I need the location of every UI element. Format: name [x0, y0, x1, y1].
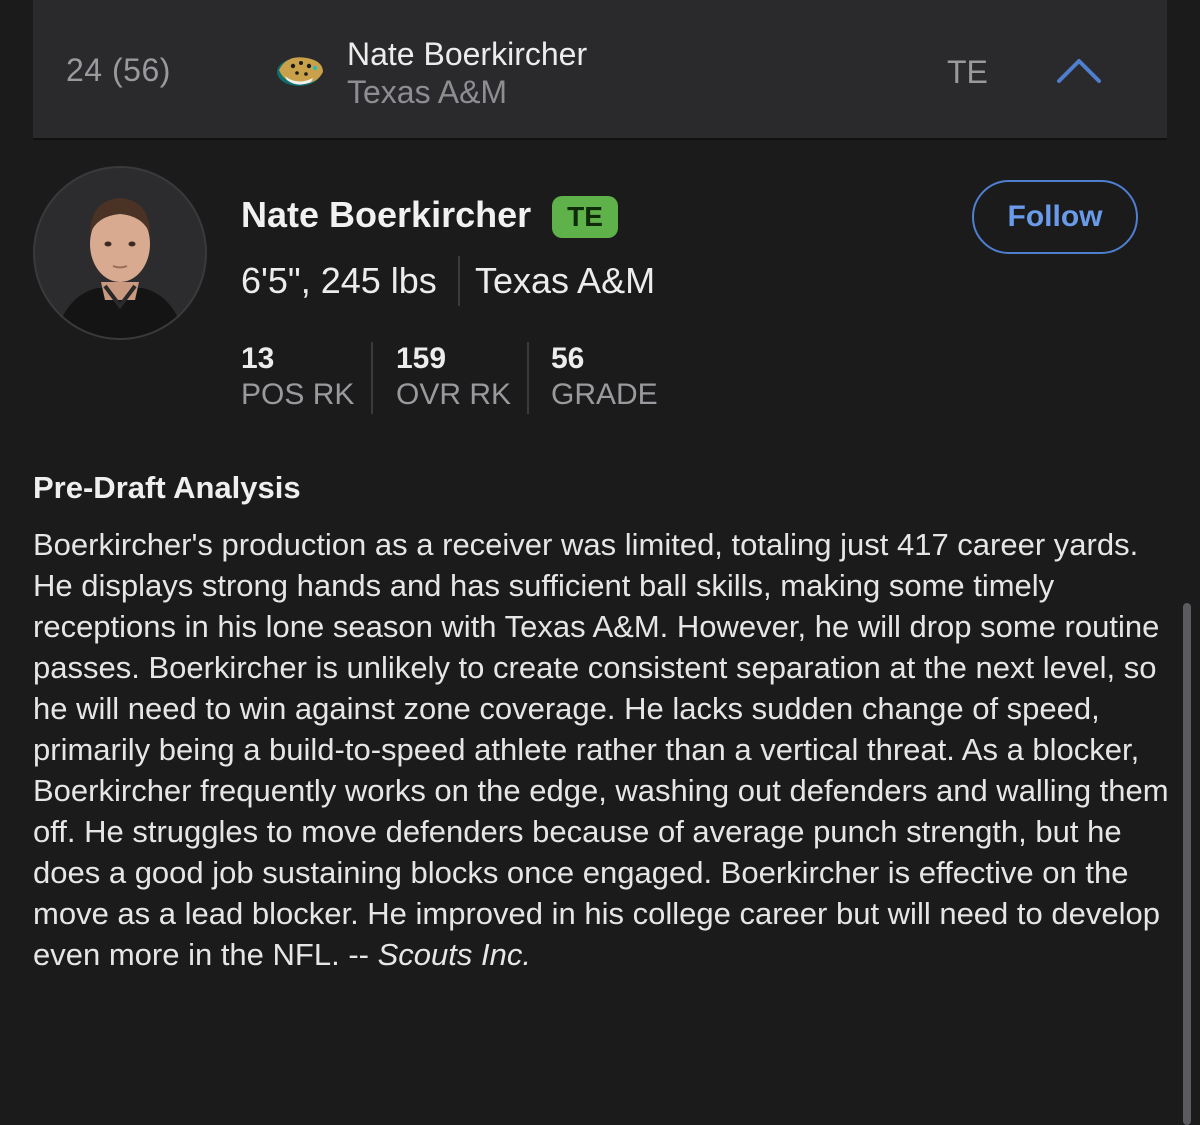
avatar	[33, 166, 207, 340]
analysis-body: Boerkircher's production as a receiver w…	[33, 524, 1173, 975]
player-name: Nate Boerkircher	[241, 194, 532, 235]
stat-grade: 56 GRADE	[551, 342, 658, 412]
player-school: Texas A&M	[475, 260, 656, 301]
position-badge: TE	[552, 196, 618, 238]
analysis-title: Pre-Draft Analysis	[33, 470, 301, 505]
follow-button[interactable]: Follow	[972, 180, 1138, 254]
player-measurables: 6'5", 245 lbs	[241, 260, 437, 301]
jaguars-logo-icon	[277, 57, 323, 86]
stat-ovr-rank: 159 OVR RK	[396, 342, 511, 412]
stat-value: 159	[396, 342, 447, 375]
stat-label: POS RK	[241, 378, 355, 411]
stat-label: OVR RK	[396, 378, 512, 411]
divider	[527, 342, 529, 414]
analysis-text: Boerkircher's production as a receiver w…	[33, 527, 1169, 972]
divider	[371, 342, 373, 414]
stat-pos-rank: 13 POS RK	[241, 342, 354, 412]
stat-value: 56	[551, 342, 585, 375]
pick-school: Texas A&M	[347, 74, 508, 110]
chevron-up-icon[interactable]	[1053, 52, 1105, 88]
divider	[458, 256, 460, 306]
stat-value: 13	[241, 342, 275, 375]
analysis-credit: Scouts Inc.	[377, 937, 531, 972]
pick-row[interactable]: 24 (56) Nate Boerkircher Texas A&M TE	[33, 0, 1167, 140]
pick-number: 24 (56)	[66, 52, 171, 88]
stat-label: GRADE	[551, 378, 658, 411]
pick-position: TE	[947, 54, 988, 90]
scrollbar[interactable]	[1183, 603, 1191, 1125]
player-headshot-image	[55, 198, 185, 338]
pick-player-name: Nate Boerkircher	[347, 36, 588, 72]
